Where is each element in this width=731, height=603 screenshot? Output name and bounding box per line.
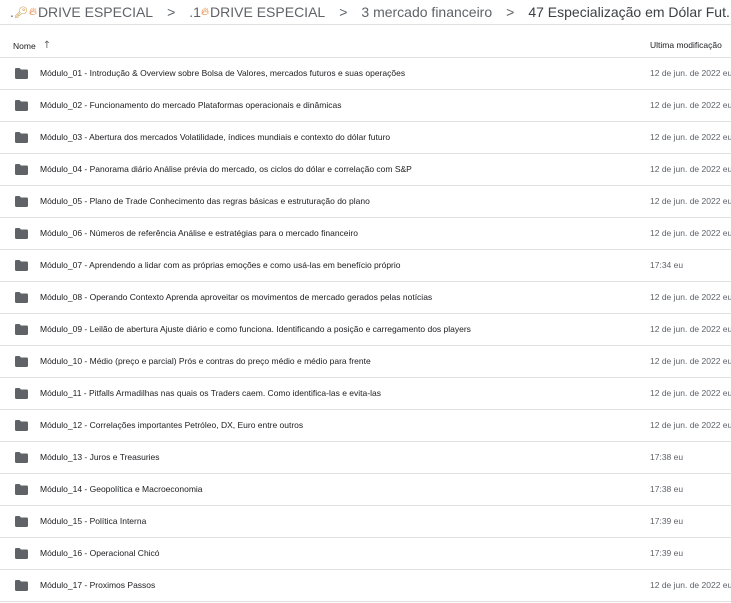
table-row[interactable]: Módulo_15 - Política Interna 17:39 eu <box>0 506 731 538</box>
last-modified: 17:38 eu <box>650 452 684 462</box>
breadcrumb-prefix: .1 <box>189 4 201 20</box>
folder-icon <box>15 580 28 591</box>
file-name: Módulo_08 - Operando Contexto Aprenda ap… <box>40 292 433 302</box>
folder-icon <box>15 260 28 271</box>
folder-icon <box>15 516 28 527</box>
table-row[interactable]: Módulo_12 - Correlações importantes Petr… <box>0 410 731 442</box>
file-name: Módulo_09 - Leilão de abertura Ajuste di… <box>40 324 471 334</box>
table-row[interactable]: Módulo_05 - Plano de Trade Conhecimento … <box>0 186 731 218</box>
breadcrumb-item-mercado-financeiro[interactable]: 3 mercado financeiro <box>357 4 496 20</box>
table-row[interactable]: Módulo_14 - Geopolítica e Macroeconomia 1… <box>0 474 731 506</box>
column-header-modified[interactable]: Ultima modificação <box>650 40 722 50</box>
file-name: Módulo_01 - Introdução & Overview sobre … <box>40 68 406 78</box>
table-row[interactable]: Módulo_08 - Operando Contexto Aprenda ap… <box>0 282 731 314</box>
folder-icon <box>15 228 28 239</box>
file-name: Módulo_05 - Plano de Trade Conhecimento … <box>40 196 370 206</box>
last-modified: 12 de jun. de 2022 eu <box>650 228 731 238</box>
flame-icon: 🔥︎ <box>28 5 37 18</box>
last-modified: 12 de jun. de 2022 eu <box>650 388 731 398</box>
file-name: Módulo_16 - Operacional Chicó <box>40 548 160 558</box>
breadcrumb-separator: > <box>506 4 515 20</box>
flame-icon: 🔥︎ <box>200 5 210 18</box>
file-name: Módulo_13 - Juros e Treasuries <box>40 452 160 462</box>
last-modified: 12 de jun. de 2022 eu <box>650 196 731 206</box>
table-row[interactable]: Módulo_10 - Médio (preço e parcial) Prós… <box>0 346 731 378</box>
last-modified: 12 de jun. de 2022 eu <box>650 292 731 302</box>
breadcrumb-item-drive-especial[interactable]: . 🔑︎ 🔥︎ DRIVE ESPECIAL <box>0 4 157 20</box>
file-name: Módulo_02 - Funcionamento do mercado Pla… <box>40 100 342 110</box>
table-header: Nome ↑ Ultima modificação <box>0 33 731 58</box>
breadcrumb-separator: > <box>167 4 176 20</box>
file-name: Módulo_03 - Abertura dos mercados Volati… <box>40 132 391 142</box>
table-row[interactable]: Módulo_03 - Abertura dos mercados Volati… <box>0 122 731 154</box>
file-name: Módulo_15 - Política Interna <box>40 516 147 526</box>
table-row[interactable]: Módulo_09 - Leilão de abertura Ajuste di… <box>0 314 731 346</box>
file-name: Módulo_10 - Médio (preço e parcial) Prós… <box>40 356 371 366</box>
file-name: Módulo_06 - Números de referência Anális… <box>40 228 358 238</box>
last-modified: 12 de jun. de 2022 eu <box>650 420 731 430</box>
table-row[interactable]: Módulo_02 - Funcionamento do mercado Pla… <box>0 90 731 122</box>
divider <box>0 24 731 25</box>
last-modified: 12 de jun. de 2022 eu <box>650 324 731 334</box>
folder-icon <box>15 420 28 431</box>
file-name: Módulo_11 - Pitfalls Armadilhas nas quai… <box>40 388 381 398</box>
breadcrumb-item-1-drive-especial[interactable]: .1 🔥︎ DRIVE ESPECIAL <box>185 4 329 20</box>
last-modified: 17:39 eu <box>650 516 684 526</box>
column-header-name: Nome <box>13 40 36 51</box>
table-row[interactable]: Módulo_06 - Números de referência Anális… <box>0 218 731 250</box>
last-modified: 12 de jun. de 2022 eu <box>650 68 731 78</box>
last-modified: 12 de jun. de 2022 eu <box>650 100 731 110</box>
sort-by-name-button[interactable]: Nome ↑ <box>13 40 51 51</box>
table-row[interactable]: Módulo_01 - Introdução & Overview sobre … <box>0 58 731 90</box>
folder-icon <box>15 68 28 79</box>
folder-icon <box>15 292 28 303</box>
folder-icon <box>15 164 28 175</box>
table-row[interactable]: Módulo_16 - Operacional Chicó 17:39 eu <box>0 538 731 570</box>
last-modified: 17:34 eu <box>650 260 684 270</box>
file-name: Módulo_17 - Proximos Passos <box>40 580 156 590</box>
folder-icon <box>15 452 28 463</box>
folder-icon <box>15 548 28 559</box>
arrow-up-icon[interactable]: ↑ <box>43 40 51 51</box>
last-modified: 12 de jun. de 2022 eu <box>650 132 731 142</box>
folder-icon <box>15 484 28 495</box>
breadcrumb-label: DRIVE ESPECIAL <box>37 4 154 20</box>
folder-icon <box>15 388 28 399</box>
file-name: Módulo_14 - Geopolítica e Macroeconomia <box>40 484 203 494</box>
breadcrumb-label: 47 Especialização em Dólar Fut... <box>528 4 731 20</box>
breadcrumb-item-current-folder[interactable]: 47 Especialização em Dólar Fut... ▼ <box>524 4 731 20</box>
table-row[interactable]: Módulo_17 - Proximos Passos 12 de jun. de… <box>0 570 731 602</box>
table-row[interactable]: Módulo_07 - Aprendendo a lidar com as pr… <box>0 250 731 282</box>
key-icon: 🔑︎ <box>13 5 28 19</box>
breadcrumb-label: 3 mercado financeiro <box>361 4 493 20</box>
last-modified: 17:38 eu <box>650 484 684 494</box>
last-modified: 12 de jun. de 2022 eu <box>650 580 731 590</box>
last-modified: 12 de jun. de 2022 eu <box>650 164 731 174</box>
breadcrumb-separator: > <box>339 4 348 20</box>
file-list: Módulo_01 - Introdução & Overview sobre … <box>0 58 731 602</box>
folder-icon <box>15 196 28 207</box>
folder-icon <box>15 356 28 367</box>
folder-icon <box>15 324 28 335</box>
table-row[interactable]: Módulo_04 - Panorama diário Análise prév… <box>0 154 731 186</box>
file-name: Módulo_07 - Aprendendo a lidar com as pr… <box>40 260 401 270</box>
breadcrumb: . 🔑︎ 🔥︎ DRIVE ESPECIAL > .1 🔥︎ DRIVE ESP… <box>0 0 731 24</box>
folder-icon <box>15 100 28 111</box>
last-modified: 12 de jun. de 2022 eu <box>650 356 731 366</box>
folder-icon <box>15 132 28 143</box>
file-name: Módulo_12 - Correlações importantes Petr… <box>40 420 304 430</box>
table-row[interactable]: Módulo_13 - Juros e Treasuries 17:38 eu <box>0 442 731 474</box>
last-modified: 17:39 eu <box>650 548 684 558</box>
breadcrumb-label: DRIVE ESPECIAL <box>210 4 326 20</box>
table-row[interactable]: Módulo_11 - Pitfalls Armadilhas nas quai… <box>0 378 731 410</box>
file-name: Módulo_04 - Panorama diário Análise prév… <box>40 164 412 174</box>
